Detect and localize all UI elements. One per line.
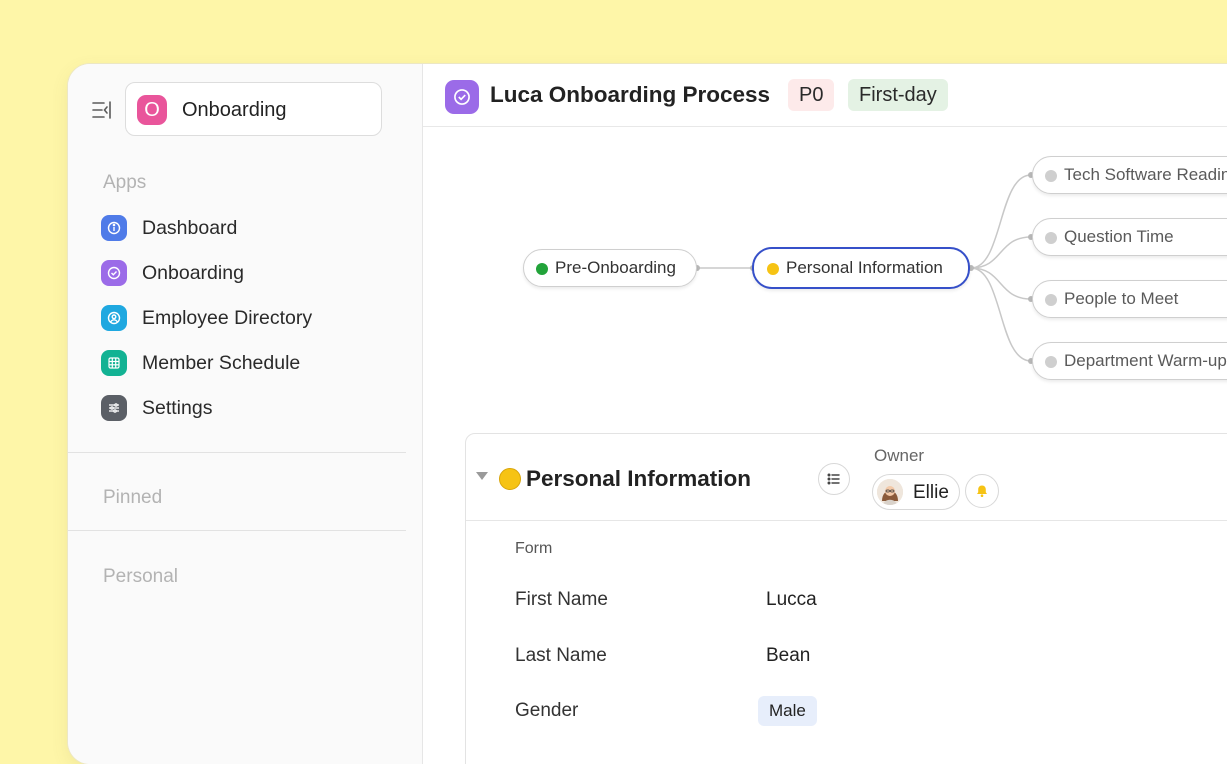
check-circle-icon: [445, 80, 479, 114]
mindmap-node-pre-onboarding[interactable]: Pre-Onboarding: [523, 249, 697, 287]
mindmap-node-tech-software[interactable]: Tech Software Readiness: [1032, 156, 1227, 194]
field-value-first-name[interactable]: Lucca: [766, 589, 817, 611]
field-label-first-name: First Name: [515, 589, 608, 610]
card-title: Personal Information: [526, 466, 752, 491]
status-dot: [767, 263, 779, 275]
node-label: Question Time: [1064, 227, 1174, 246]
sidebar-item-label: Employee Directory: [142, 307, 313, 329]
sidebar-divider: [68, 530, 406, 531]
page-header: Luca Onboarding Process P0 First-day: [423, 64, 1227, 127]
node-label: Personal Information: [786, 258, 943, 277]
form-section-label: Form: [515, 540, 553, 557]
workspace-name: Onboarding: [182, 99, 287, 121]
bell-icon[interactable]: [965, 474, 999, 508]
info-icon: [101, 215, 127, 241]
sidebar-item-onboarding[interactable]: Onboarding: [101, 258, 401, 288]
check-circle-icon: [101, 260, 127, 286]
page-title: Luca Onboarding Process: [490, 82, 771, 107]
field-label-gender: Gender: [515, 700, 579, 721]
avatar: [877, 479, 903, 505]
node-label: Department Warm-up: [1064, 351, 1227, 370]
workspace-avatar: O: [137, 95, 167, 125]
card-header: Personal Information Owner Ellie: [466, 434, 1227, 521]
field-value-last-name[interactable]: Bean: [766, 645, 810, 667]
status-dot: [1045, 170, 1057, 182]
owner-label: Owner: [874, 446, 925, 465]
owner-name: Ellie: [913, 482, 949, 503]
calendar-grid-icon: [101, 350, 127, 376]
detail-card: Personal Information Owner Ellie Form Fi…: [465, 433, 1227, 764]
owner-chip[interactable]: Ellie: [872, 474, 960, 510]
app-window: O Onboarding Apps Dashboard Onboarding E…: [68, 64, 1227, 764]
sidebar-item-settings[interactable]: Settings: [101, 393, 401, 423]
mind-map: Pre-Onboarding Personal Information Tech…: [423, 127, 1227, 427]
mindmap-node-people-to-meet[interactable]: People to Meet: [1032, 280, 1227, 318]
sliders-icon: [101, 395, 127, 421]
field-label-last-name: Last Name: [515, 645, 607, 666]
sidebar-item-employee-directory[interactable]: Employee Directory: [101, 303, 401, 333]
priority-tag[interactable]: P0: [788, 79, 835, 111]
node-label: Tech Software Readiness: [1064, 165, 1227, 184]
sidebar-item-label: Dashboard: [142, 217, 238, 239]
sidebar-item-member-schedule[interactable]: Member Schedule: [101, 348, 401, 378]
sidebar-item-label: Settings: [142, 397, 213, 419]
status-dot: [1045, 232, 1057, 244]
stage-tag[interactable]: First-day: [848, 79, 948, 111]
personal-section-label[interactable]: Personal: [103, 566, 178, 588]
sidebar: O Onboarding Apps Dashboard Onboarding E…: [68, 64, 423, 764]
sidebar-item-dashboard[interactable]: Dashboard: [101, 213, 401, 243]
sidebar-item-label: Onboarding: [142, 262, 244, 284]
status-dot: [1045, 356, 1057, 368]
status-dot: [1045, 294, 1057, 306]
node-label: Pre-Onboarding: [555, 258, 676, 277]
mindmap-node-department-warm-up[interactable]: Department Warm-up: [1032, 342, 1227, 380]
status-circle-icon[interactable]: [499, 468, 521, 490]
status-dot: [536, 263, 548, 275]
list-icon[interactable]: [818, 463, 850, 495]
workspace-switcher[interactable]: O Onboarding: [125, 82, 382, 136]
sidebar-item-label: Member Schedule: [142, 352, 301, 374]
sidebar-divider: [68, 452, 406, 453]
mindmap-node-question-time[interactable]: Question Time: [1032, 218, 1227, 256]
collapse-sidebar-icon[interactable]: [90, 98, 114, 122]
pinned-section-label[interactable]: Pinned: [103, 487, 162, 509]
node-label: People to Meet: [1064, 289, 1179, 308]
field-value-gender[interactable]: Male: [758, 696, 817, 726]
apps-section-label: Apps: [103, 172, 147, 193]
user-circle-icon: [101, 305, 127, 331]
collapse-caret-icon[interactable]: [476, 472, 488, 480]
mindmap-node-personal-information[interactable]: Personal Information: [752, 247, 970, 289]
